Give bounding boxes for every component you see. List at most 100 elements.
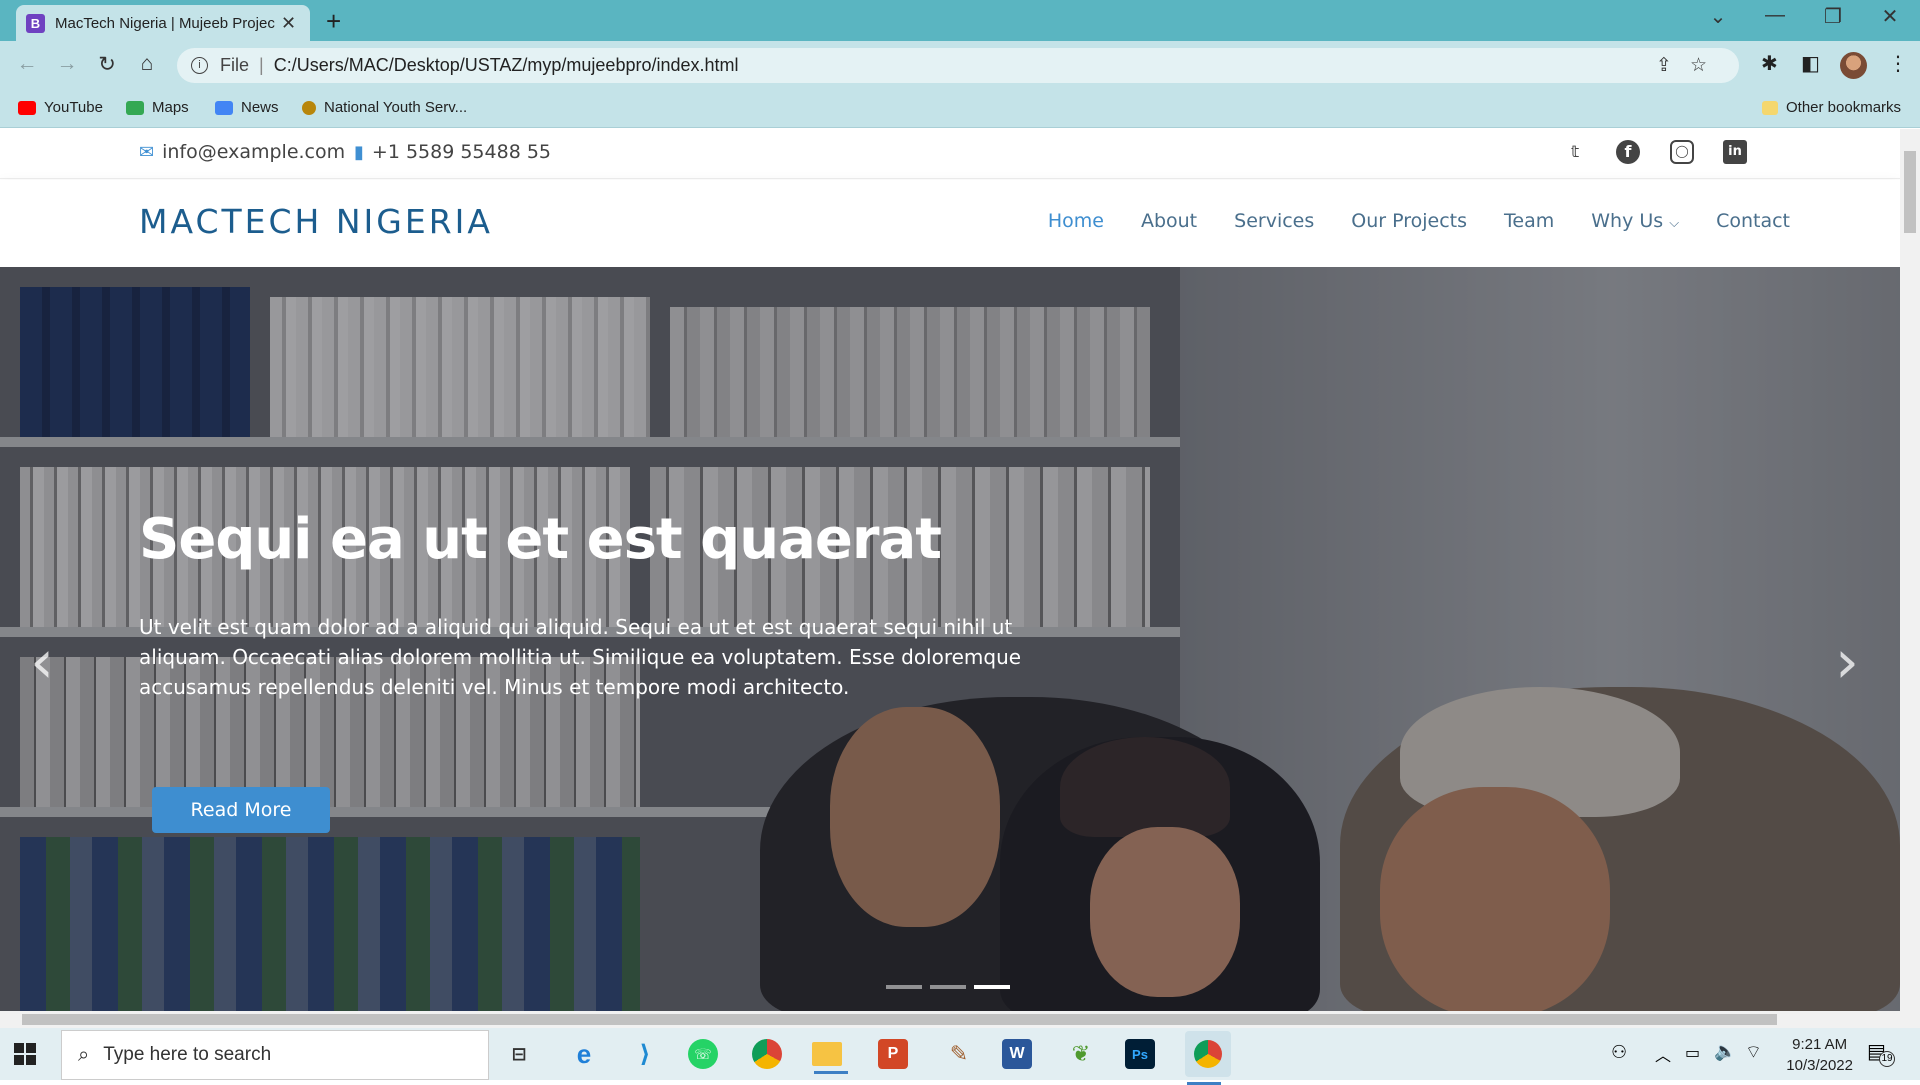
phone-text: +1 5589 55488 55 bbox=[371, 141, 552, 163]
nav-why-us[interactable]: Why Us ⌵ bbox=[1591, 210, 1679, 232]
nav-services[interactable]: Services bbox=[1234, 210, 1314, 232]
chrome-icon[interactable] bbox=[752, 1039, 782, 1069]
url-text[interactable]: C:/Users/MAC/Desktop/USTAZ/myp/mujeebpro… bbox=[274, 55, 739, 76]
file-explorer-icon[interactable] bbox=[812, 1042, 848, 1074]
bookmark-nysc[interactable]: National Youth Serv... bbox=[302, 99, 467, 116]
bookmark-label: National Youth Serv... bbox=[324, 99, 468, 116]
whatsapp-icon[interactable]: ☏ bbox=[688, 1039, 718, 1069]
twitter-icon[interactable]: 𝕥 bbox=[1563, 140, 1587, 164]
windows-start-icon[interactable] bbox=[14, 1043, 36, 1065]
hero-carousel: Sequi ea ut et est quaerat Ut velit est … bbox=[0, 267, 1900, 1011]
web-page: ✉ info@example.com ▮ +1 5589 55488 55 𝕥 … bbox=[0, 129, 1900, 1011]
info-icon[interactable]: i bbox=[191, 57, 208, 74]
restore-icon[interactable]: ❐ bbox=[1813, 4, 1853, 29]
paint-icon[interactable]: ✎ bbox=[940, 1036, 978, 1072]
share-icon[interactable]: ⇪ bbox=[1656, 55, 1690, 76]
facebook-icon[interactable]: f bbox=[1616, 140, 1640, 164]
task-view-icon[interactable]: ⊟ bbox=[500, 1036, 538, 1072]
windows-taskbar: ⌕ Type here to search ⊟ e ⟩ ☏ P ✎ W ❦ Ps… bbox=[0, 1028, 1920, 1085]
carousel-next-icon[interactable]: › bbox=[1835, 627, 1859, 697]
side-panel-icon[interactable]: ◧ bbox=[1801, 51, 1820, 76]
read-more-button[interactable]: Read More bbox=[152, 787, 330, 833]
carousel-indicator-2[interactable] bbox=[930, 985, 966, 989]
bookmark-news[interactable]: News bbox=[215, 99, 279, 116]
browser-tab[interactable]: B MacTech Nigeria | Mujeeb Projec ✕ bbox=[16, 5, 310, 41]
browser-tab-strip: B MacTech Nigeria | Mujeeb Projec ✕ + ⌄ … bbox=[0, 0, 1920, 41]
url-scheme: File bbox=[220, 55, 250, 75]
show-hidden-icons[interactable]: ︿ bbox=[1655, 1042, 1671, 1066]
back-icon[interactable]: ← bbox=[13, 52, 41, 76]
carousel-indicator-3[interactable] bbox=[974, 985, 1010, 989]
vertical-scrollbar[interactable] bbox=[1900, 129, 1920, 1011]
volume-icon[interactable]: 🔈 bbox=[1714, 1041, 1736, 1062]
envelope-icon: ✉ bbox=[139, 141, 155, 163]
word-icon[interactable]: W bbox=[1002, 1039, 1032, 1069]
people-icon[interactable]: ⚇ bbox=[1611, 1042, 1627, 1063]
vertical-scroll-thumb[interactable] bbox=[1904, 151, 1916, 233]
app-icon[interactable]: ❦ bbox=[1062, 1036, 1100, 1072]
email-text[interactable]: info@example.com bbox=[162, 141, 345, 163]
minimize-icon[interactable]: — bbox=[1755, 4, 1795, 27]
url-separator: | bbox=[259, 55, 264, 75]
top-contact-bar: ✉ info@example.com ▮ +1 5589 55488 55 𝕥 … bbox=[0, 129, 1900, 179]
notifications-icon[interactable]: ▤ 19 bbox=[1867, 1039, 1897, 1069]
email-contact[interactable]: ✉ info@example.com bbox=[139, 141, 345, 163]
instagram-icon[interactable]: ◯ bbox=[1670, 140, 1694, 164]
linkedin-icon[interactable]: in bbox=[1723, 140, 1747, 164]
other-bookmarks-label: Other bookmarks bbox=[1786, 99, 1902, 116]
tab-title: MacTech Nigeria | Mujeeb Projec bbox=[55, 14, 275, 32]
main-nav: Home About Services Our Projects Team Wh… bbox=[1048, 210, 1790, 232]
maps-icon bbox=[126, 100, 144, 115]
address-bar[interactable]: i File | C:/Users/MAC/Desktop/USTAZ/myp/… bbox=[177, 48, 1739, 83]
bookmark-label: YouTube bbox=[44, 99, 103, 116]
reload-icon[interactable]: ↻ bbox=[93, 52, 121, 77]
search-icon: ⌕ bbox=[78, 1043, 90, 1066]
site-header: MACTECH NIGERIA Home About Services Our … bbox=[0, 180, 1900, 267]
home-icon[interactable]: ⌂ bbox=[133, 52, 161, 76]
folder-icon bbox=[1762, 100, 1778, 115]
network-icon[interactable]: ⌔ bbox=[1745, 1041, 1762, 1064]
news-icon bbox=[215, 100, 233, 115]
taskbar-clock[interactable]: 9:21 AM 10/3/2022 bbox=[1786, 1034, 1853, 1076]
new-tab-icon[interactable]: + bbox=[326, 6, 341, 37]
battery-icon[interactable]: ▭ bbox=[1685, 1043, 1700, 1063]
nav-team[interactable]: Team bbox=[1504, 210, 1554, 232]
search-placeholder: Type here to search bbox=[103, 1044, 272, 1065]
extensions-icon[interactable]: ✱ bbox=[1761, 51, 1778, 76]
bookmark-star-icon[interactable]: ☆ bbox=[1690, 55, 1725, 76]
bookmark-label: News bbox=[241, 99, 279, 116]
nav-our-projects[interactable]: Our Projects bbox=[1351, 210, 1467, 232]
clock-time: 9:21 AM bbox=[1792, 1036, 1848, 1053]
nav-why-us-label: Why Us bbox=[1591, 210, 1664, 232]
bookmark-maps[interactable]: Maps bbox=[126, 99, 189, 116]
bootstrap-favicon-icon: B bbox=[26, 13, 45, 33]
powerpoint-icon[interactable]: P bbox=[878, 1039, 908, 1069]
photoshop-icon[interactable]: Ps bbox=[1125, 1039, 1155, 1069]
site-logo[interactable]: MACTECH NIGERIA bbox=[139, 202, 493, 241]
edge-icon[interactable]: e bbox=[565, 1036, 603, 1072]
taskbar-search[interactable]: ⌕ Type here to search bbox=[61, 1030, 489, 1080]
bookmark-youtube[interactable]: YouTube bbox=[18, 99, 103, 116]
phone-icon: ▮ bbox=[354, 141, 364, 163]
close-tab-icon[interactable]: ✕ bbox=[281, 13, 296, 34]
carousel-prev-icon[interactable]: ‹ bbox=[30, 627, 54, 697]
other-bookmarks[interactable]: Other bookmarks bbox=[1762, 99, 1901, 116]
hero-title: Sequi ea ut et est quaerat bbox=[139, 507, 942, 572]
close-window-icon[interactable]: ✕ bbox=[1870, 4, 1910, 29]
tab-search-icon[interactable]: ⌄ bbox=[1698, 4, 1738, 29]
vscode-icon[interactable]: ⟩ bbox=[626, 1036, 664, 1072]
nav-home[interactable]: Home bbox=[1048, 210, 1104, 232]
horizontal-scrollbar[interactable] bbox=[0, 1011, 1920, 1028]
youtube-icon bbox=[18, 100, 36, 115]
forward-icon[interactable]: → bbox=[53, 52, 81, 76]
menu-icon[interactable]: ⋮ bbox=[1888, 51, 1908, 76]
bookmark-label: Maps bbox=[152, 99, 189, 116]
phone-contact: ▮ +1 5589 55488 55 bbox=[354, 141, 551, 163]
profile-avatar[interactable] bbox=[1840, 52, 1867, 79]
horizontal-scroll-thumb[interactable] bbox=[22, 1014, 1777, 1025]
bookmarks-bar: YouTube Maps News National Youth Serv...… bbox=[0, 90, 1920, 128]
nav-contact[interactable]: Contact bbox=[1716, 210, 1790, 232]
carousel-indicator-1[interactable] bbox=[886, 985, 922, 989]
nav-about[interactable]: About bbox=[1141, 210, 1197, 232]
chrome-active-icon[interactable] bbox=[1185, 1031, 1231, 1085]
